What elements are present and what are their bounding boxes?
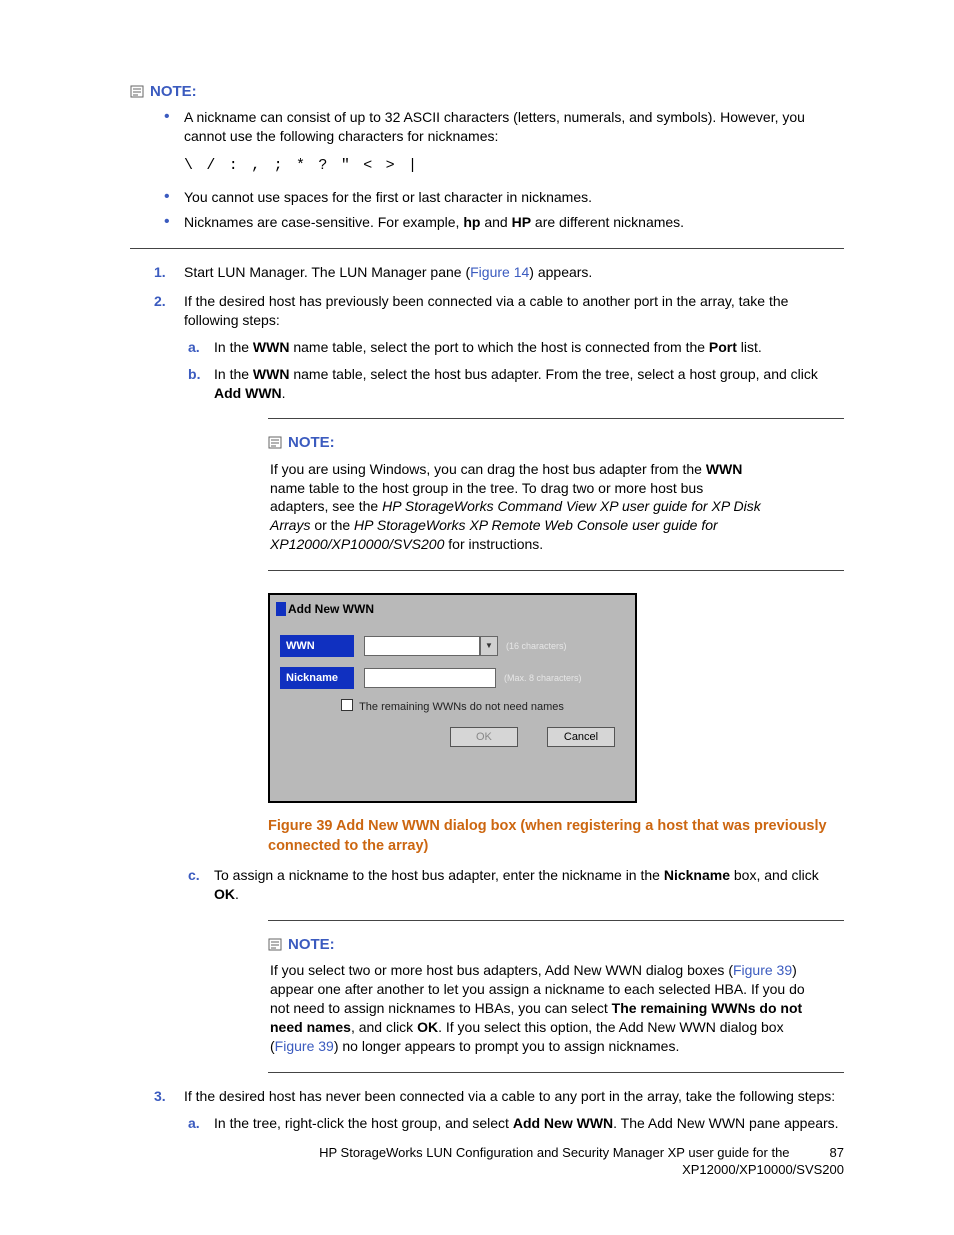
page-number: 87 [830,1144,844,1162]
cancel-button[interactable]: Cancel [547,727,615,747]
page-footer: HP StorageWorks LUN Configuration and Se… [319,1144,844,1179]
figure-39: Add New WWN WWN ▼ (16 characters) [268,593,844,803]
note-heading: NOTE: [268,935,844,955]
step-1: Start LUN Manager. The LUN Manager pane … [184,263,844,282]
note-heading: NOTE: [268,433,844,453]
bullet-item: A nickname can consist of up to 32 ASCII… [184,108,844,146]
footer-line2: XP12000/XP10000/SVS200 [682,1162,844,1177]
page: NOTE: A nickname can consist of up to 32… [0,0,954,1235]
note-icon [268,935,286,955]
nickname-label: Nickname [280,667,354,689]
divider [268,1072,844,1073]
remaining-wwns-checkbox[interactable] [341,699,353,711]
bullet-item: You cannot use spaces for the first or l… [184,188,844,207]
link-figure-39b[interactable]: Figure 39 [275,1038,334,1054]
sub-note-2: NOTE: If you select two or more host bus… [268,920,844,1073]
substep-2b: In the WWN name table, select the host b… [214,365,844,403]
wwn-hint: (16 characters) [506,640,567,652]
steps-list: Start LUN Manager. The LUN Manager pane … [130,263,844,1132]
remaining-wwns-row: The remaining WWNs do not need names [280,699,625,715]
substep-2a: In the WWN name table, select the port t… [214,338,844,357]
add-new-wwn-dialog: Add New WWN WWN ▼ (16 characters) [268,593,637,803]
substeps-2-cont: To assign a nickname to the host bus ada… [184,866,844,904]
nickname-hint: (Max. 8 characters) [504,672,582,684]
note-bullets-2: You cannot use spaces for the first or l… [130,188,844,232]
wwn-input[interactable] [364,636,480,656]
substep-2c: To assign a nickname to the host bus ada… [214,866,844,904]
divider [268,570,844,571]
dialog-buttons: OK Cancel [280,727,625,747]
link-figure-39a[interactable]: Figure 39 [733,962,792,978]
substep-3a: In the tree, right-click the host group,… [214,1114,844,1133]
note-bullets: A nickname can consist of up to 32 ASCII… [130,108,844,146]
substeps-3: In the tree, right-click the host group,… [184,1114,844,1133]
forbidden-chars: \ / : , ; * ? " < > | [184,156,844,176]
remaining-wwns-label: The remaining WWNs do not need names [359,701,564,713]
note-label: NOTE: [150,83,197,100]
dialog-body: WWN ▼ (16 characters) Nickname (M [270,623,635,755]
divider [268,920,844,921]
wwn-dropdown-button[interactable]: ▼ [480,636,498,656]
link-figure-14[interactable]: Figure 14 [470,264,529,280]
wwn-row: WWN ▼ (16 characters) [280,635,625,657]
note-heading: NOTE: [130,82,844,102]
note-body: If you are using Windows, you can drag t… [270,460,844,554]
bullet-item: Nicknames are case-sensitive. For exampl… [184,213,844,232]
note-icon [268,433,286,453]
step-3: If the desired host has never been conne… [184,1087,844,1133]
figure-caption: Figure 39 Add New WWN dialog box (when r… [268,817,844,856]
footer-line1: HP StorageWorks LUN Configuration and Se… [319,1145,789,1160]
note-label: NOTE: [288,936,335,953]
note-body: If you select two or more host bus adapt… [270,961,844,1055]
wwn-label: WWN [280,635,354,657]
step-2: If the desired host has previously been … [184,292,844,1073]
nickname-row: Nickname (Max. 8 characters) [280,667,625,689]
divider [130,248,844,249]
note-label: NOTE: [288,434,335,451]
dialog-title: Add New WWN [270,595,635,623]
nickname-input[interactable] [364,668,496,688]
sub-note-1: NOTE: If you are using Windows, you can … [268,418,844,571]
ok-button[interactable]: OK [450,727,518,747]
divider [268,418,844,419]
note-icon [130,82,148,102]
substeps-2: In the WWN name table, select the port t… [184,338,844,403]
title-marker-icon [276,602,286,616]
